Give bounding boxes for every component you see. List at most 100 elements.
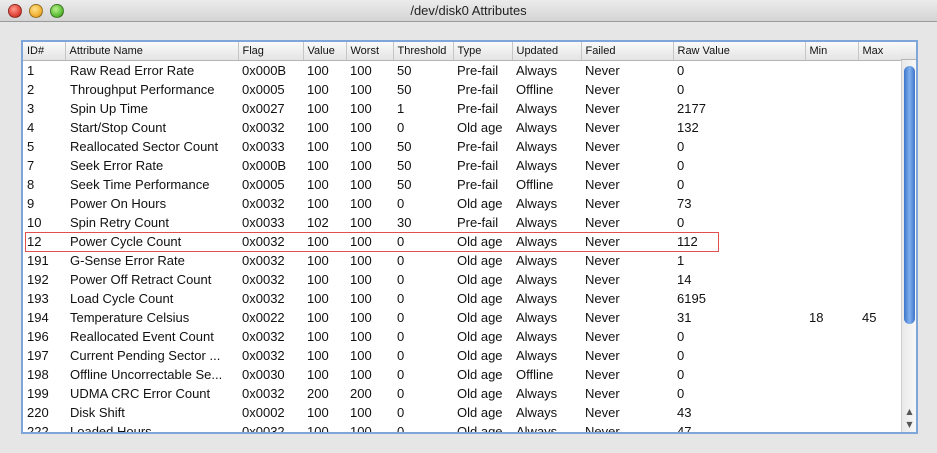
table-row[interactable]: 222 Loaded Hours 0x0032 100 100 0 Old age Alway… — [23, 422, 901, 433]
cell-threshold: 50 — [397, 81, 412, 97]
column-header-raw-value[interactable]: Raw Value — [673, 42, 806, 61]
column-header-threshold[interactable]: Threshold — [393, 42, 454, 61]
cell-updated: Offline — [516, 366, 554, 382]
table-row[interactable]: 8 Seek Time Performance 0x0005 100 100 50 Pre-… — [23, 175, 901, 194]
column-header-min[interactable]: Min — [805, 42, 859, 61]
cell-updated: Always — [516, 290, 558, 306]
cell-updated: Always — [516, 404, 558, 420]
cell-threshold: 0 — [397, 404, 405, 420]
cell-type: Old age — [457, 119, 503, 135]
table-row[interactable]: 7 Seek Error Rate 0x000B 100 100 50 Pre-fail Al… — [23, 156, 901, 175]
cell-name: Throughput Performance — [70, 81, 215, 97]
table-row[interactable]: 2 Throughput Performance 0x0005 100 100 50 Pre… — [23, 80, 901, 99]
cell-worst: 100 — [350, 347, 372, 363]
cell-name: Power Cycle Count — [70, 233, 182, 249]
cell-raw-value: 0 — [677, 62, 685, 78]
cell-id: 194 — [27, 309, 49, 325]
cell-flag: 0x0032 — [242, 328, 285, 344]
cell-min — [805, 232, 858, 251]
table-row[interactable]: 193 Load Cycle Count 0x0032 100 100 0 Old age A… — [23, 289, 901, 308]
table-row[interactable]: 198 Offline Uncorrectable Se... 0x0030 100 1… — [23, 365, 901, 384]
column-header-name[interactable]: Attribute Name — [65, 42, 239, 61]
column-header-id[interactable]: ID# — [23, 42, 66, 61]
cell-raw-value: 2177 — [677, 100, 706, 116]
cell-type: Old age — [457, 252, 503, 268]
cell-id: 12 — [27, 233, 42, 249]
cell-updated: Always — [516, 138, 558, 154]
cell-worst: 100 — [350, 271, 372, 287]
cell-raw-value: 0 — [677, 157, 685, 173]
cell-updated: Offline — [516, 81, 554, 97]
cell-raw-value: 0 — [677, 81, 685, 97]
table-row[interactable]: 4 Start/Stop Count 0x0032 100 100 0 Old age Alw… — [23, 118, 901, 137]
table-row[interactable]: 9 Power On Hours 0x0032 100 100 0 Old age Alway… — [23, 194, 901, 213]
cell-updated: Always — [516, 62, 558, 78]
cell-flag: 0x0032 — [242, 271, 285, 287]
cell-max — [858, 175, 901, 194]
table-row[interactable]: 5 Reallocated Sector Count 0x0033 100 100 50 P… — [23, 137, 901, 156]
cell-threshold: 50 — [397, 157, 412, 173]
cell-failed: Never — [585, 214, 620, 230]
cell-type: Old age — [457, 385, 503, 401]
cell-failed: Never — [585, 81, 620, 97]
table-row-highlighted[interactable]: 12 Power Cycle Count 0x0032 100 100 0 Old age A… — [23, 232, 901, 251]
cell-id: 191 — [27, 252, 49, 268]
cell-threshold: 1 — [397, 100, 405, 116]
column-header-worst[interactable]: Worst — [346, 42, 394, 61]
column-header-max[interactable]: Max — [858, 42, 902, 61]
cell-updated: Always — [516, 233, 558, 249]
column-header-updated[interactable]: Updated — [512, 42, 582, 61]
title-bar[interactable]: /dev/disk0 Attributes — [0, 0, 937, 22]
table-row[interactable]: 191 G-Sense Error Rate 0x0032 100 100 0 Old ag… — [23, 251, 901, 270]
table-row[interactable]: 196 Reallocated Event Count 0x0032 100 100 0 O… — [23, 327, 901, 346]
cell-raw-value: 112 — [677, 233, 698, 249]
table-row[interactable]: 194 Temperature Celsius 0x0022 100 100 0 Old a… — [23, 308, 901, 327]
scrollbar-thumb[interactable] — [904, 66, 915, 324]
cell-failed: Never — [585, 157, 620, 173]
table-row[interactable]: 1 Raw Read Error Rate 0x000B 100 100 50 Pre-fa… — [23, 60, 901, 80]
column-header-failed[interactable]: Failed — [581, 42, 674, 61]
cell-flag: 0x0033 — [242, 138, 285, 154]
cell-name: Reallocated Event Count — [70, 328, 214, 344]
cell-failed: Never — [585, 404, 620, 420]
cell-value: 100 — [307, 138, 329, 154]
cell-threshold: 0 — [397, 195, 405, 211]
cell-flag: 0x0032 — [242, 233, 285, 249]
cell-threshold: 0 — [397, 271, 405, 287]
cell-value: 100 — [307, 290, 329, 306]
cell-failed: Never — [585, 176, 620, 192]
column-header-flag[interactable]: Flag — [238, 42, 304, 61]
table-row[interactable]: 197 Current Pending Sector ... 0x0032 100 10… — [23, 346, 901, 365]
cell-raw-value: 0 — [677, 214, 685, 230]
cell-name: Power Off Retract Count — [70, 271, 212, 287]
cell-flag: 0x0027 — [242, 100, 285, 116]
cell-id: 192 — [27, 271, 49, 287]
scroll-up-arrow-icon[interactable]: ▲ — [902, 405, 916, 418]
table-row[interactable]: 192 Power Off Retract Count 0x0032 100 100 0 O… — [23, 270, 901, 289]
column-header-type[interactable]: Type — [453, 42, 513, 61]
cell-name: Current Pending Sector ... — [70, 347, 221, 363]
cell-threshold: 0 — [397, 233, 405, 249]
cell-value: 100 — [307, 157, 329, 173]
table-row[interactable]: 220 Disk Shift 0x0002 100 100 0 Old age Always N… — [23, 403, 901, 422]
scroll-down-arrow-icon[interactable]: ▼ — [902, 418, 916, 431]
table-row[interactable]: 3 Spin Up Time 0x0027 100 100 1 Pre-fail Always… — [23, 99, 901, 118]
cell-type: Old age — [457, 366, 503, 382]
cell-value: 100 — [307, 271, 329, 287]
cell-type: Old age — [457, 404, 503, 420]
cell-max — [858, 403, 901, 422]
cell-value: 100 — [307, 100, 329, 116]
cell-worst: 100 — [350, 138, 372, 154]
cell-max — [858, 270, 901, 289]
table-row[interactable]: 10 Spin Retry Count 0x0033 102 100 30 Pre-fail… — [23, 213, 901, 232]
cell-max — [858, 99, 901, 118]
cell-min — [805, 137, 858, 156]
vertical-scrollbar[interactable]: ▲ ▼ — [901, 60, 916, 432]
column-header-value[interactable]: Value — [303, 42, 347, 61]
table-row[interactable]: 199 UDMA CRC Error Count 0x0032 200 200 0 Old … — [23, 384, 901, 403]
cell-max — [858, 422, 901, 433]
cell-failed: Never — [585, 366, 620, 382]
cell-value: 100 — [307, 176, 329, 192]
cell-min — [805, 422, 858, 433]
cell-max — [858, 232, 901, 251]
